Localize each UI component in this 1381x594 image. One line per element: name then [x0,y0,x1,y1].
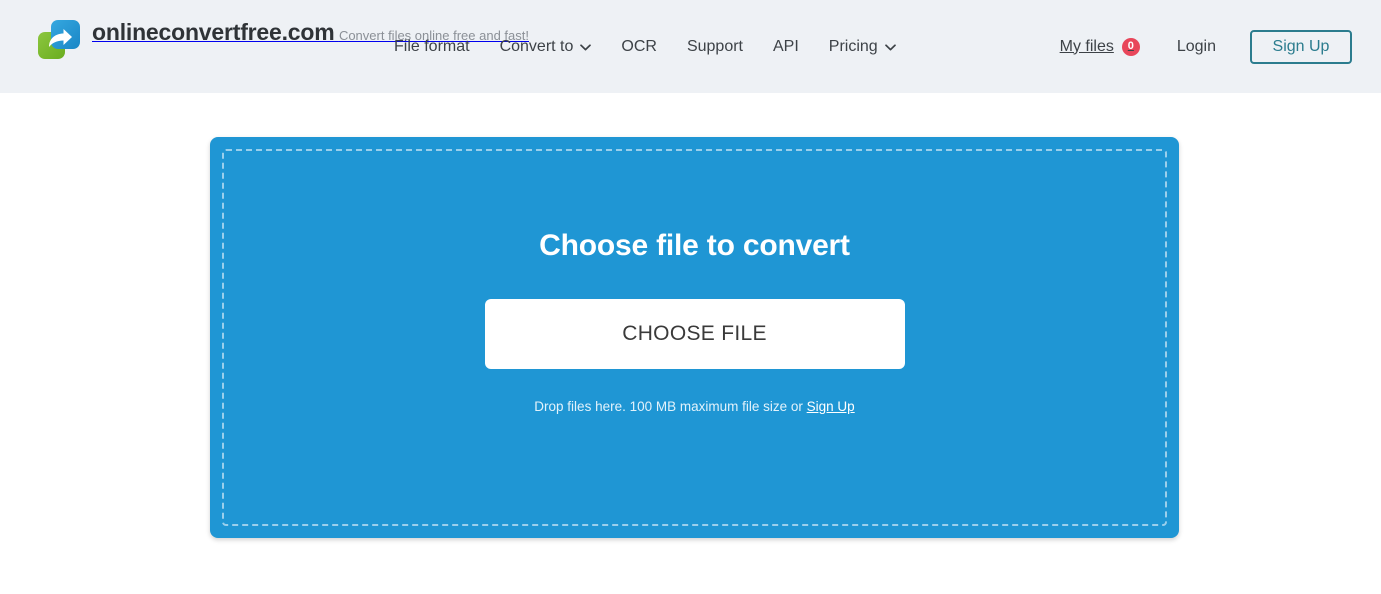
my-files-link[interactable]: My files 0 [1059,37,1140,56]
site-header: onlineconvertfree.com Convert files onli… [0,0,1381,93]
chevron-down-icon [884,44,896,51]
nav-item-file-format[interactable]: File format [394,38,470,56]
brand-title: onlineconvertfree.com [92,19,335,45]
main-content: Choose file to convert CHOOSE FILE Drop … [0,93,1381,594]
login-link[interactable]: Login [1177,38,1216,56]
nav-item-label: OCR [621,37,657,55]
nav-item-convert-to[interactable]: Convert to [500,38,592,56]
nav-item-label: Pricing [828,37,878,55]
my-files-count-badge: 0 [1121,37,1140,56]
file-dropzone[interactable]: Choose file to convert CHOOSE FILE Drop … [210,137,1179,538]
dropzone-hint: Drop files here. 100 MB maximum file siz… [534,398,854,416]
nav-item-label: Support [686,37,743,55]
choose-file-button[interactable]: CHOOSE FILE [484,299,905,369]
nav-item-ocr[interactable]: OCR [621,38,657,56]
nav-item-label: API [773,37,799,55]
nav-item-label: File format [394,37,470,55]
main-navigation: File format Convert to OCR Support API P… [394,0,896,93]
nav-item-api[interactable]: API [773,38,799,56]
dropzone-title: Choose file to convert [539,229,850,262]
signup-button[interactable]: Sign Up [1250,29,1352,64]
my-files-label: My files [1059,37,1114,55]
dropzone-signup-link[interactable]: Sign Up [807,399,855,414]
logo-arrow-icon [49,29,72,47]
header-account-area: My files 0 Login Sign Up [1060,0,1352,93]
nav-item-support[interactable]: Support [687,38,743,56]
dropzone-dashed-area: Choose file to convert CHOOSE FILE Drop … [222,149,1167,526]
dropzone-hint-text: Drop files here. 100 MB maximum file siz… [534,399,803,414]
nav-item-pricing[interactable]: Pricing [829,38,896,56]
chevron-down-icon [580,44,592,51]
convert-arrow-logo-icon [38,20,80,60]
nav-item-label: Convert to [499,37,574,55]
